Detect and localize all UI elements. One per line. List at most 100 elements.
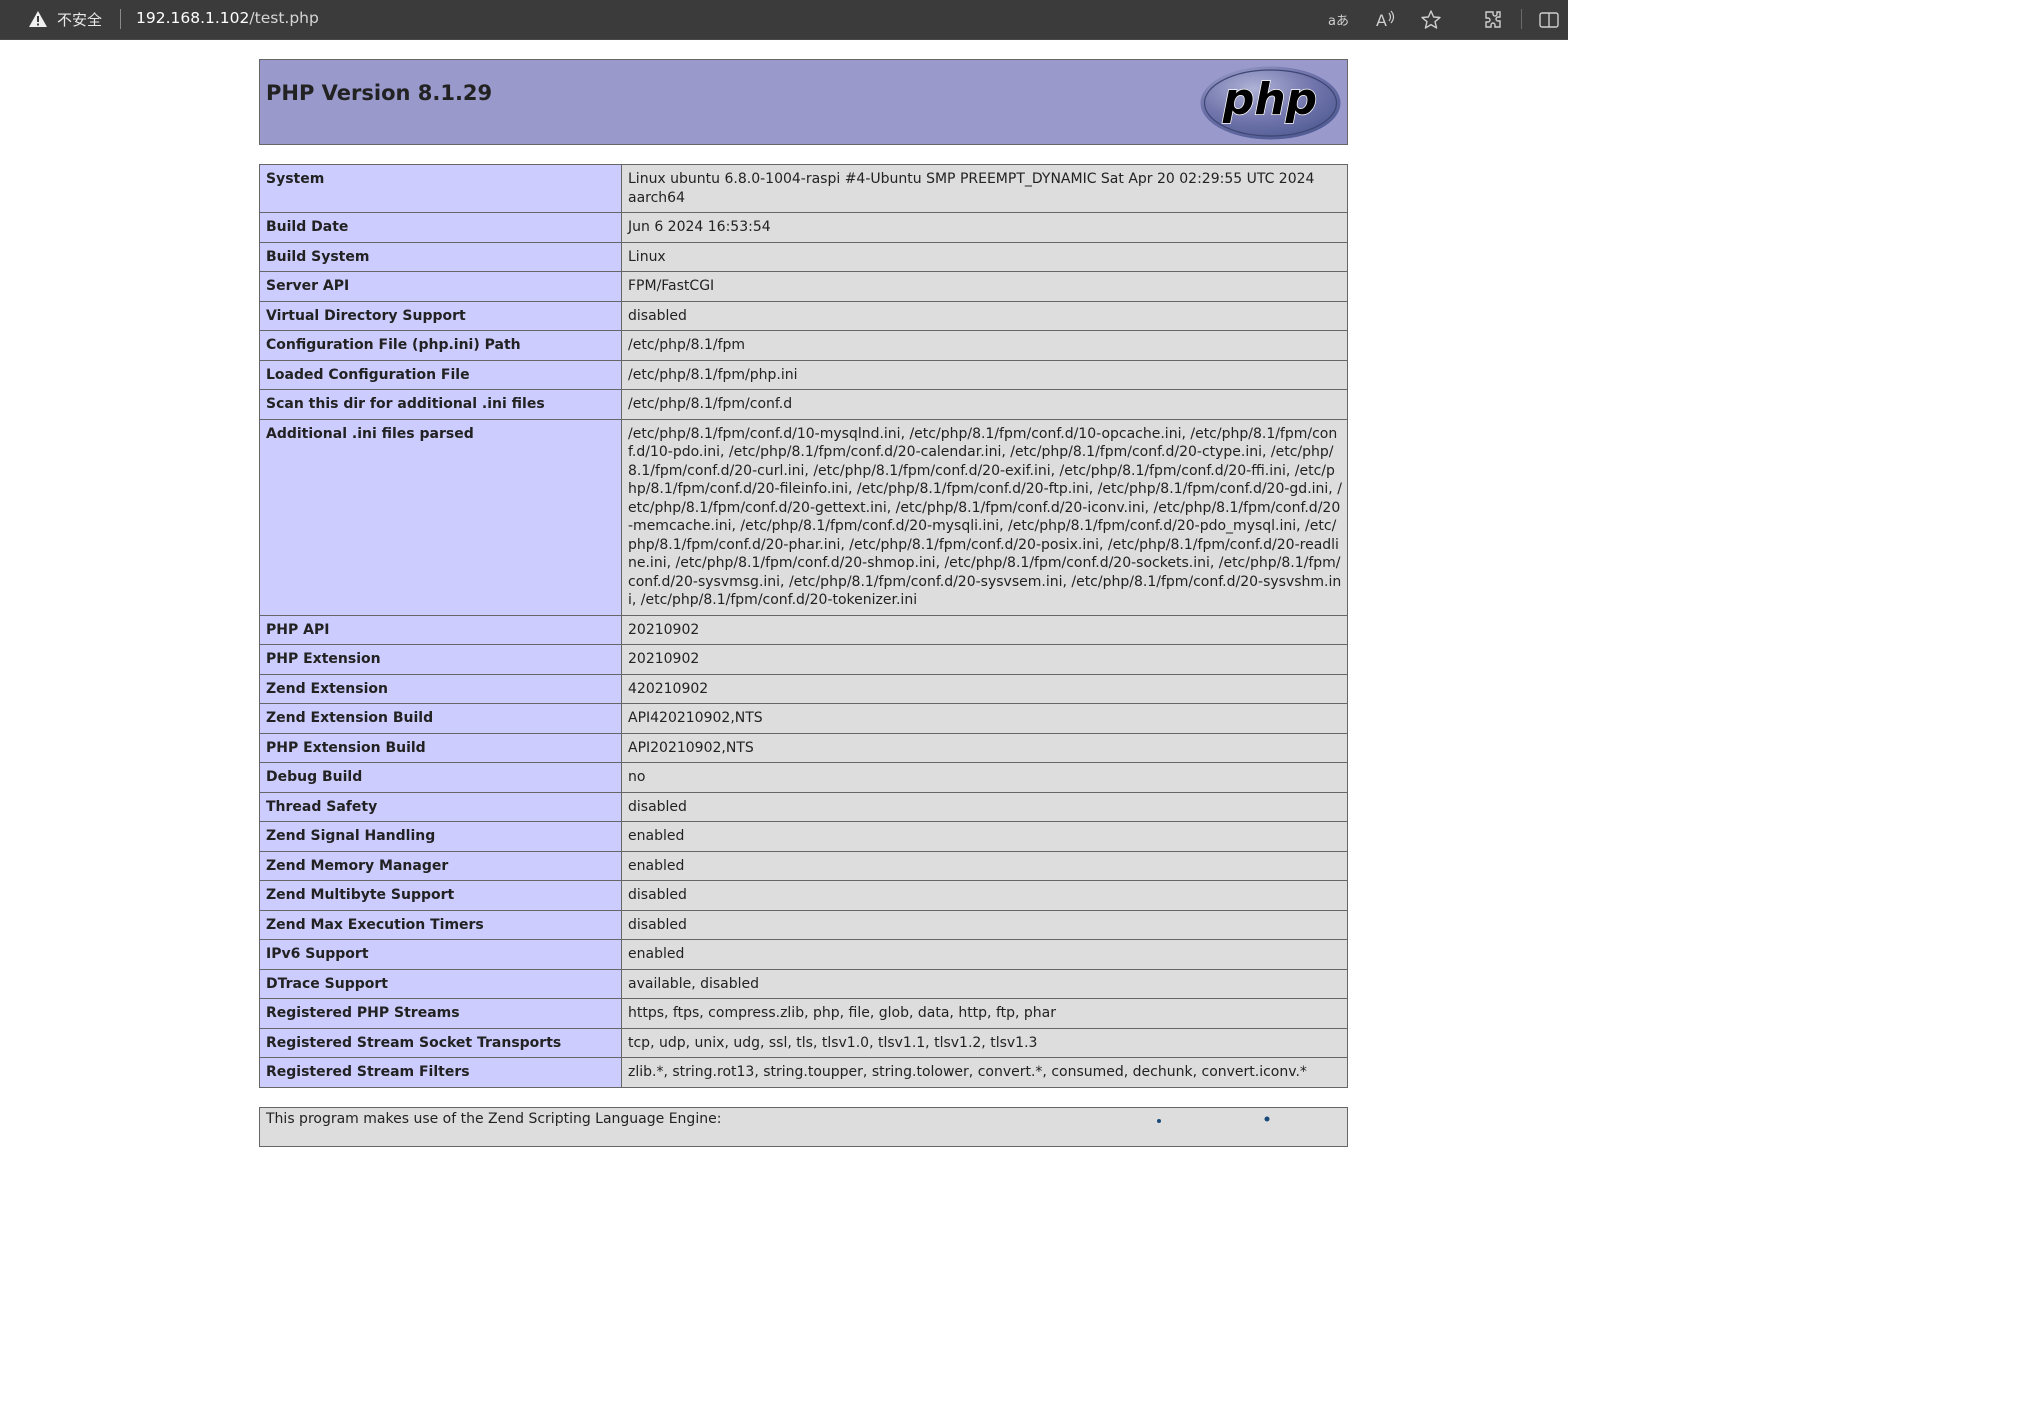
- table-row: Server API FPM/FastCGI: [259, 271, 1348, 302]
- config-key: System: [259, 164, 622, 213]
- svg-text:php: php: [1222, 74, 1317, 125]
- table-row: Zend Signal Handling enabled: [259, 821, 1348, 852]
- toolbar-divider: [1521, 9, 1522, 29]
- site-security-indicator[interactable]: 不安全: [28, 8, 102, 30]
- table-row: Zend Multibyte Support disabled: [259, 880, 1348, 911]
- config-key: Zend Extension Build: [259, 703, 622, 734]
- config-value: /etc/php/8.1/fpm: [621, 330, 1348, 361]
- config-key: Configuration File (php.ini) Path: [259, 330, 622, 361]
- config-value: /etc/php/8.1/fpm/conf.d/10-mysqlnd.ini, …: [621, 418, 1348, 616]
- table-row: DTrace Support available, disabled: [259, 968, 1348, 999]
- config-value: /etc/php/8.1/fpm/conf.d: [621, 389, 1348, 420]
- table-row: Zend Memory Manager enabled: [259, 850, 1348, 881]
- config-value: 420210902: [621, 673, 1348, 704]
- php-version-header: PHP Version 8.1.29 php: [259, 59, 1348, 145]
- config-value: disabled: [621, 909, 1348, 940]
- table-row: PHP API 20210902: [259, 614, 1348, 645]
- table-row: Build Date Jun 6 2024 16:53:54: [259, 212, 1348, 243]
- read-aloud-icon[interactable]: aあ: [1326, 8, 1350, 32]
- config-value: no: [621, 762, 1348, 793]
- config-key: DTrace Support: [259, 968, 622, 999]
- config-key: Thread Safety: [259, 791, 622, 822]
- table-row: Debug Build no: [259, 762, 1348, 793]
- favorite-star-icon[interactable]: [1419, 8, 1443, 32]
- split-screen-icon[interactable]: [1537, 8, 1561, 32]
- svg-text:aあ: aあ: [1328, 14, 1349, 29]
- config-value: Linux ubuntu 6.8.0-1004-raspi #4-Ubuntu …: [621, 164, 1348, 213]
- config-value: API20210902,NTS: [621, 732, 1348, 763]
- config-value: disabled: [621, 791, 1348, 822]
- table-row: Registered PHP Streams https, ftps, compr…: [259, 998, 1348, 1029]
- svg-text:A: A: [1376, 11, 1387, 30]
- table-row: Additional .ini files parsed/etc/php/8.1…: [259, 418, 1348, 616]
- table-row: Thread Safety disabled: [259, 791, 1348, 822]
- config-value: FPM/FastCGI: [621, 271, 1348, 302]
- config-value: enabled: [621, 850, 1348, 881]
- config-key: Registered PHP Streams: [259, 998, 622, 1029]
- phpinfo-container: PHP Version 8.1.29 php System Linux ubunt…: [259, 59, 1348, 1147]
- config-key: Zend Multibyte Support: [259, 880, 622, 911]
- security-label: 不安全: [57, 10, 103, 29]
- config-key: Loaded Configuration File: [259, 359, 622, 390]
- footer-text: This program makes use of the Zend Scrip…: [266, 1110, 722, 1127]
- php-version-title: PHP Version 8.1.29: [266, 81, 493, 105]
- table-row: Zend Max Execution Timers disabled: [259, 909, 1348, 940]
- url-field[interactable]: 192.168.1.102/test.php: [136, 9, 319, 27]
- warning-icon: [29, 11, 47, 27]
- config-value: 20210902: [621, 644, 1348, 675]
- config-value: API420210902,NTS: [621, 703, 1348, 734]
- zend-logo-icon: [1157, 1116, 1270, 1123]
- config-key: IPv6 Support: [259, 939, 622, 970]
- config-value: available, disabled: [621, 968, 1348, 999]
- config-value: disabled: [621, 880, 1348, 911]
- config-value: enabled: [621, 821, 1348, 852]
- browser-address-bar: 不安全 192.168.1.102/test.php aあ A: [0, 0, 1568, 40]
- php-logo[interactable]: php: [1200, 66, 1341, 140]
- config-value: disabled: [621, 300, 1348, 331]
- config-key: Registered Stream Filters: [259, 1057, 622, 1088]
- table-row: Scan this dir for additional .ini files /…: [259, 389, 1348, 420]
- config-key: Additional .ini files parsed: [259, 418, 622, 616]
- table-row: Zend Extension 420210902: [259, 673, 1348, 704]
- config-value: zlib.*, string.rot13, string.toupper, st…: [621, 1057, 1348, 1088]
- table-row: Virtual Directory Support disabled: [259, 300, 1348, 331]
- table-row: Build System Linux: [259, 241, 1348, 272]
- config-key: Zend Extension: [259, 673, 622, 704]
- config-key: Build Date: [259, 212, 622, 243]
- config-value: enabled: [621, 939, 1348, 970]
- config-key: PHP Extension: [259, 644, 622, 675]
- config-value: tcp, udp, unix, udg, ssl, tls, tlsv1.0, …: [621, 1027, 1348, 1058]
- config-key: PHP API: [259, 614, 622, 645]
- config-key: Zend Memory Manager: [259, 850, 622, 881]
- table-row: System Linux ubuntu 6.8.0-1004-raspi #4-U…: [259, 164, 1348, 213]
- config-value: /etc/php/8.1/fpm/php.ini: [621, 359, 1348, 390]
- config-key: Zend Signal Handling: [259, 821, 622, 852]
- url-host: 192.168.1.102: [136, 9, 250, 27]
- table-row: Configuration File (php.ini) Path/etc/ph…: [259, 330, 1348, 361]
- config-key: Zend Max Execution Timers: [259, 909, 622, 940]
- config-key: Scan this dir for additional .ini files: [259, 389, 622, 420]
- table-row: Registered Stream Filters zlib.*, string.…: [259, 1057, 1348, 1088]
- config-key: Virtual Directory Support: [259, 300, 622, 331]
- address-divider: [120, 9, 121, 29]
- config-value: https, ftps, compress.zlib, php, file, g…: [621, 998, 1348, 1029]
- config-value: Linux: [621, 241, 1348, 272]
- table-row: PHP Extension 20210902: [259, 644, 1348, 675]
- zend-engine-footer: This program makes use of the Zend Scrip…: [259, 1106, 1348, 1147]
- extensions-icon[interactable]: [1481, 8, 1505, 32]
- text-size-icon[interactable]: A: [1373, 8, 1397, 32]
- table-row: PHP Extension Build API20210902,NTS: [259, 732, 1348, 763]
- config-key: Registered Stream Socket Transports: [259, 1027, 622, 1058]
- table-row: Registered Stream Socket Transports tcp, …: [259, 1027, 1348, 1058]
- config-value: Jun 6 2024 16:53:54: [621, 212, 1348, 243]
- config-key: Build System: [259, 241, 622, 272]
- config-key: Debug Build: [259, 762, 622, 793]
- config-key: Server API: [259, 271, 622, 302]
- php-info-table: System Linux ubuntu 6.8.0-1004-raspi #4-U…: [259, 164, 1348, 1088]
- config-value: 20210902: [621, 614, 1348, 645]
- table-row: Zend Extension Build API420210902,NTS: [259, 703, 1348, 734]
- table-row: IPv6 Support enabled: [259, 939, 1348, 970]
- url-path: /test.php: [249, 9, 319, 27]
- table-row: Loaded Configuration File/etc/php/8.1/fp…: [259, 359, 1348, 390]
- config-key: PHP Extension Build: [259, 732, 622, 763]
